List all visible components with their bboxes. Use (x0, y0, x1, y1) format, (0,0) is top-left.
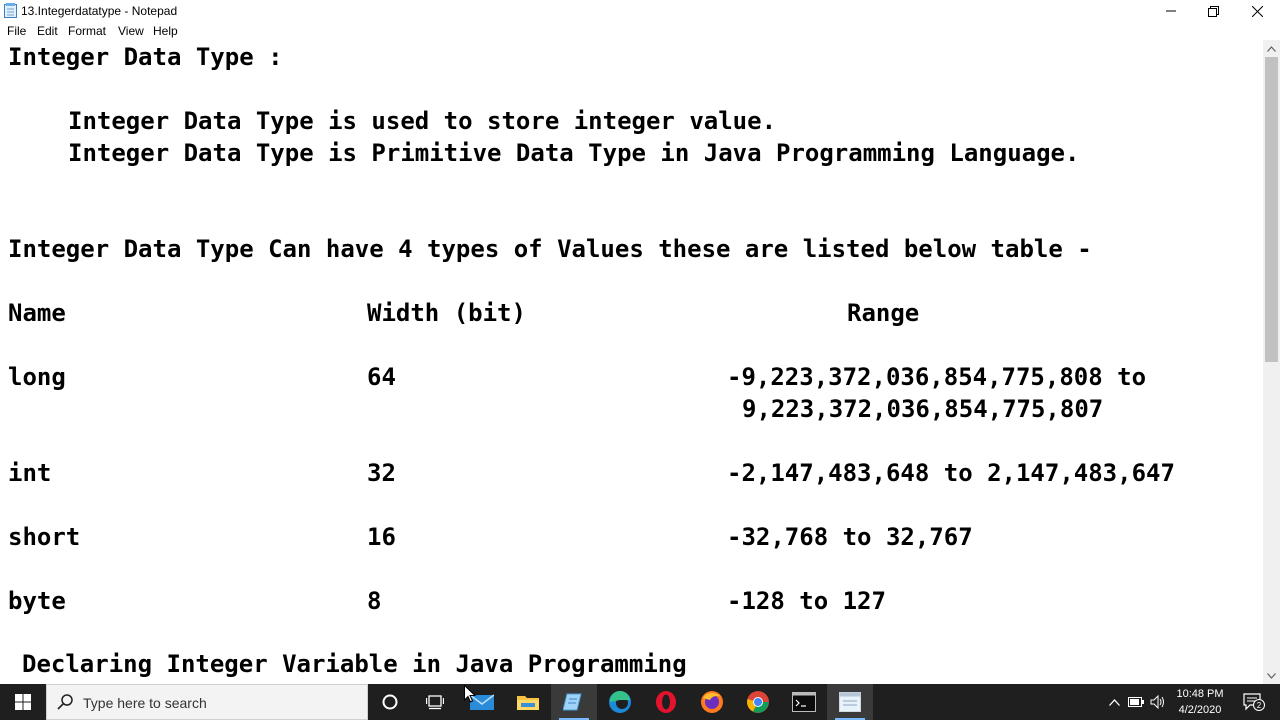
menu-view[interactable]: View (118, 24, 144, 38)
window-title: 13.Integerdatatype - Notepad (21, 4, 178, 18)
table-header-width: Width (bit) (367, 299, 526, 327)
heading-line: Integer Data Type : (8, 43, 283, 71)
table-cell-range: -9,223,372,036,854,775,808 to (727, 363, 1147, 391)
menu-format[interactable]: Format (68, 24, 106, 38)
folder-icon (517, 696, 539, 710)
firefox-browser-icon (701, 691, 723, 713)
taskbar-clock[interactable]: 10:48 PM 4/2/2020 (1168, 686, 1232, 718)
taskbar: Type here to search 10:48 PM 4/2/2020 2 (0, 684, 1280, 720)
text-line: Declaring Integer Variable in Java Progr… (22, 650, 687, 678)
clock-date: 4/2/2020 (1178, 704, 1222, 716)
notification-count: 2 (1257, 701, 1262, 710)
table-cell-range: -128 to 127 (727, 587, 886, 615)
minimize-icon (1166, 10, 1176, 12)
task-view-button[interactable] (412, 684, 458, 720)
search-icon (57, 694, 73, 710)
task-view-icon (426, 695, 444, 710)
table-cell-name: long (8, 363, 66, 391)
restore-icon (1207, 5, 1219, 17)
taskbar-notepad-window[interactable] (827, 684, 873, 720)
scroll-thumb[interactable] (1265, 57, 1278, 362)
cortana-button[interactable] (367, 684, 413, 720)
battery-status[interactable] (1126, 684, 1146, 720)
chrome-browser-icon (747, 691, 769, 713)
notification-icon: 2 (1243, 693, 1265, 711)
menu-edit[interactable]: Edit (37, 24, 58, 38)
start-button[interactable] (0, 684, 46, 720)
opera-browser-icon (656, 691, 676, 713)
title-bar: 13.Integerdatatype - Notepad (0, 0, 1280, 22)
clock-time: 10:48 PM (1176, 688, 1224, 700)
taskbar-notepad[interactable] (551, 684, 597, 720)
table-cell-width: 64 (367, 363, 396, 391)
notepad-app-icon (4, 3, 17, 18)
table-cell-name: int (8, 459, 52, 487)
table-cell-range-continued: 9,223,372,036,854,775,807 (742, 395, 1104, 423)
table-cell-width: 8 (367, 587, 382, 615)
cortana-circle-icon (382, 694, 398, 710)
taskbar-command-prompt[interactable] (781, 684, 827, 720)
edge-browser-icon (609, 690, 631, 713)
taskbar-chrome[interactable] (735, 684, 781, 720)
text-line: Integer Data Type Can have 4 types of Va… (8, 235, 1092, 263)
close-button[interactable] (1234, 0, 1280, 22)
table-cell-name: short (8, 523, 81, 551)
menu-bar: File Edit Format View Help (0, 22, 1280, 40)
scroll-up-button[interactable] (1263, 40, 1280, 57)
table-header-range: Range (847, 299, 920, 327)
text-line: Integer Data Type is used to store integ… (68, 107, 777, 135)
vertical-scrollbar[interactable] (1263, 40, 1280, 684)
speaker-icon (1150, 695, 1164, 709)
table-cell-range: -2,147,483,648 to 2,147,483,647 (727, 459, 1175, 487)
notifications-button[interactable]: 2 (1238, 684, 1270, 720)
windows-logo-icon (15, 694, 31, 710)
taskbar-file-explorer[interactable] (505, 684, 551, 720)
taskbar-opera[interactable] (643, 684, 689, 720)
notepad-icon (563, 693, 582, 711)
table-header-name: Name (8, 299, 66, 327)
notepad-window-icon (839, 692, 861, 712)
close-icon (1251, 5, 1263, 17)
chevron-up-icon (1267, 45, 1276, 52)
chevron-up-icon (1108, 698, 1120, 706)
minimize-button[interactable] (1148, 0, 1194, 22)
menu-help[interactable]: Help (153, 24, 178, 38)
table-cell-width: 16 (367, 523, 396, 551)
show-hidden-icons-button[interactable] (1104, 684, 1124, 720)
text-line: Integer Data Type is Primitive Data Type… (68, 139, 1080, 167)
scroll-down-button[interactable] (1263, 667, 1280, 684)
terminal-icon (792, 692, 816, 712)
taskbar-search-box[interactable]: Type here to search (46, 684, 368, 720)
battery-icon (1128, 697, 1144, 707)
search-placeholder: Type here to search (83, 695, 207, 711)
table-cell-range: -32,768 to 32,767 (727, 523, 973, 551)
menu-file[interactable]: File (7, 24, 26, 38)
restore-button[interactable] (1190, 0, 1236, 22)
mouse-cursor-icon (464, 685, 476, 703)
chevron-down-icon (1267, 672, 1276, 679)
taskbar-firefox[interactable] (689, 684, 735, 720)
table-cell-name: byte (8, 587, 66, 615)
volume-control[interactable] (1148, 684, 1168, 720)
table-cell-width: 32 (367, 459, 396, 487)
text-editor[interactable]: Integer Data Type : Integer Data Type is… (0, 40, 1263, 684)
taskbar-edge[interactable] (597, 684, 643, 720)
